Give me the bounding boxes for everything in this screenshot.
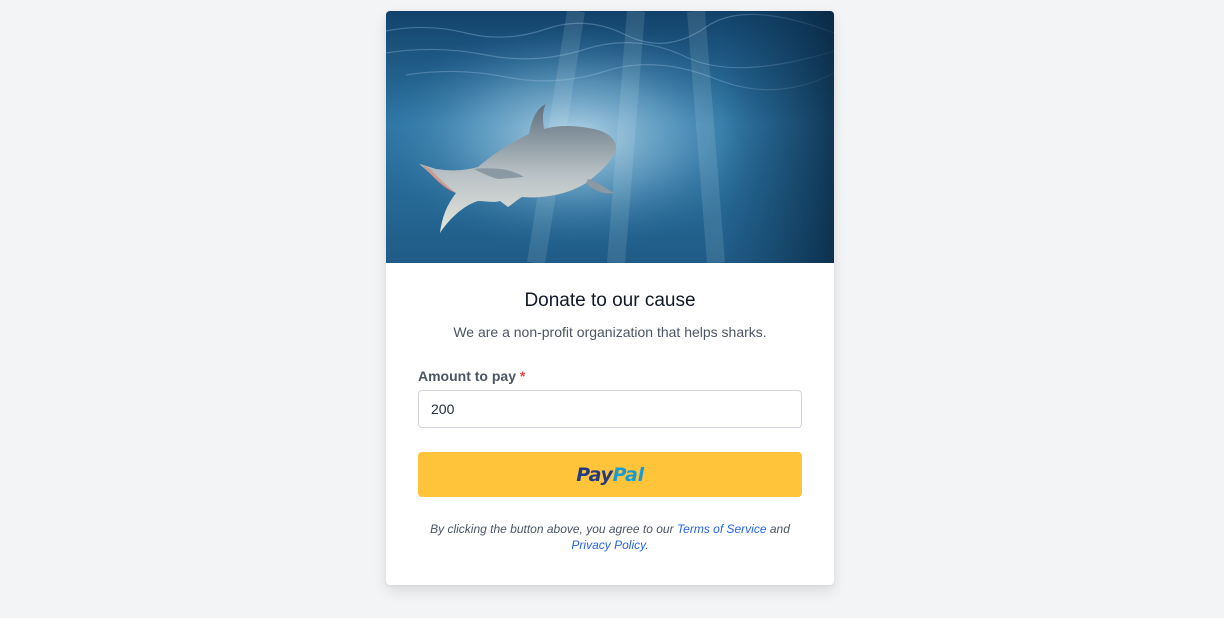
page-title: Donate to our cause	[524, 290, 696, 311]
shark-hero-image	[386, 11, 834, 263]
terms-notice: By clicking the button above, you agree …	[426, 521, 794, 553]
terms-text-middle: and	[766, 522, 790, 536]
paypal-button[interactable]: PayPal	[418, 452, 802, 497]
terms-text-before: By clicking the button above, you agree …	[430, 522, 677, 536]
amount-label-text: Amount to pay	[418, 368, 516, 384]
page-subtitle: We are a non-profit organization that he…	[453, 324, 767, 340]
required-marker: *	[519, 368, 526, 384]
paypal-logo-pal: Pal	[612, 463, 644, 486]
amount-label: Amount to pay *	[418, 368, 525, 384]
paypal-logo: PayPal	[576, 464, 644, 486]
paypal-logo-pay: Pay	[576, 463, 613, 486]
donation-card: Donate to our cause We are a non-profit …	[386, 11, 834, 585]
amount-input[interactable]	[418, 390, 802, 428]
terms-text-after: .	[645, 538, 649, 552]
privacy-policy-link[interactable]: Privacy Policy	[571, 538, 645, 552]
terms-of-service-link[interactable]: Terms of Service	[677, 522, 767, 536]
